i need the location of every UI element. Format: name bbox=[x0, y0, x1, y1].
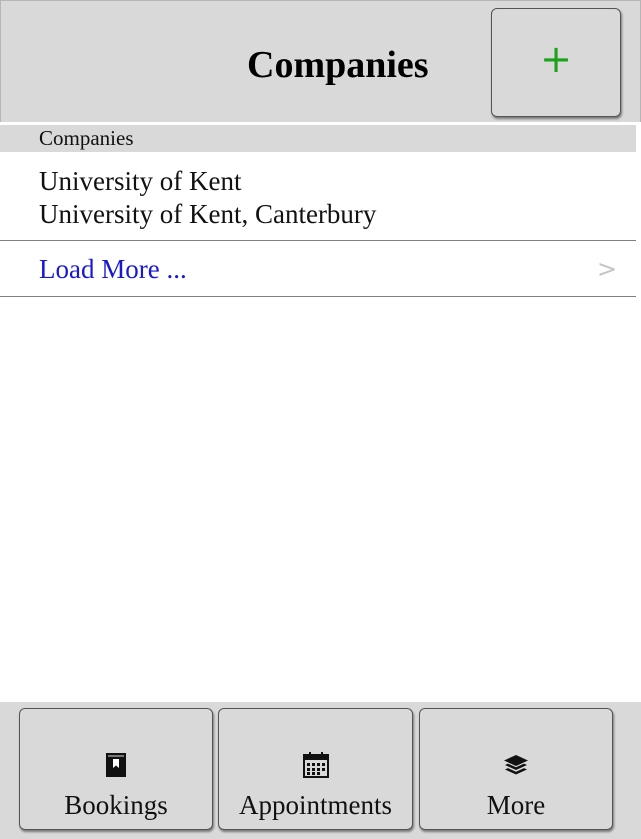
tab-appointments[interactable]: Appointments bbox=[218, 708, 413, 830]
plus-icon: + bbox=[540, 36, 572, 81]
tab-label: More bbox=[486, 790, 546, 820]
bottom-tab-bar: Bookings Appointments More bbox=[0, 702, 641, 839]
list-item[interactable]: University of Kent University of Kent, C… bbox=[0, 152, 636, 241]
layers-icon bbox=[504, 755, 528, 775]
header-bar: Companies + bbox=[0, 0, 641, 122]
tab-label: Appointments bbox=[239, 790, 392, 820]
tab-bookings[interactable]: Bookings bbox=[19, 708, 213, 830]
chevron-right-icon: > bbox=[597, 255, 618, 283]
list-section-header: Companies bbox=[0, 125, 636, 152]
calendar-icon bbox=[302, 752, 329, 778]
tab-label: Bookings bbox=[64, 790, 168, 820]
tab-more[interactable]: More bbox=[419, 708, 613, 830]
page-title: Companies bbox=[247, 44, 429, 86]
load-more-label: Load More ... bbox=[39, 254, 187, 284]
company-location: University of Kent, Canterbury bbox=[39, 199, 377, 229]
load-more-button[interactable]: Load More ... > bbox=[0, 241, 636, 297]
section-header-label: Companies bbox=[39, 126, 134, 150]
company-name: University of Kent bbox=[39, 166, 242, 196]
bookmark-book-icon bbox=[106, 753, 126, 777]
add-company-button[interactable]: + bbox=[491, 8, 621, 117]
